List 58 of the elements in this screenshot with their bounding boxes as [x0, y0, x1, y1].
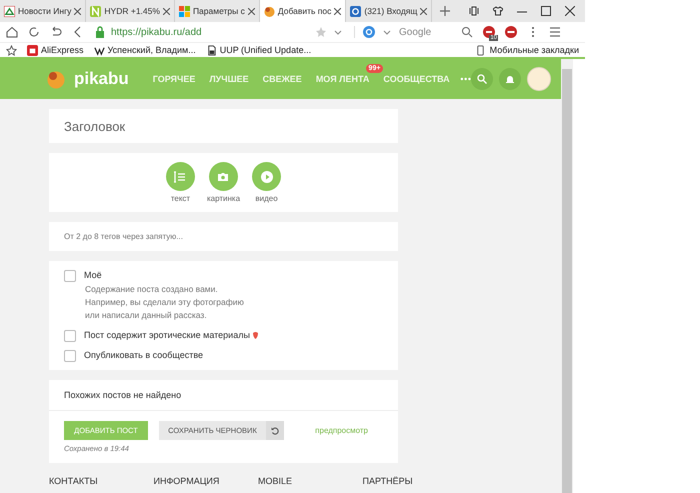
bag-icon: [27, 44, 38, 56]
search-engine-icon[interactable]: [363, 26, 375, 38]
close-icon[interactable]: [74, 8, 82, 14]
bell-icon: [505, 74, 515, 84]
bookmark[interactable]: Успенский, Владим...: [94, 44, 196, 56]
checkbox[interactable]: [64, 350, 76, 362]
letter-n-icon: [90, 6, 102, 16]
option-description: Содержание поста создано вами. Например, вы сделали эту фотографию или написали данный рассказ.: [84, 283, 244, 322]
wiki-icon: [94, 44, 105, 56]
logo-icon: [264, 6, 275, 16]
browser-tab[interactable]: Добавить пос: [260, 0, 346, 22]
star-outline-icon[interactable]: [6, 44, 17, 56]
close-icon[interactable]: [334, 8, 342, 14]
phone-icon: [474, 44, 486, 56]
bookmark[interactable]: UUP (Unified Update...: [206, 44, 312, 56]
footer-heading: ПАРТНЁРЫ: [362, 476, 414, 486]
tags-field[interactable]: От 2 до 8 тегов через запятую...: [49, 222, 398, 251]
search-icon: [477, 74, 487, 84]
option-label: Моё: [84, 270, 102, 280]
checkbox[interactable]: [64, 270, 76, 282]
similar-posts-text: Похожих постов не найдено: [49, 380, 398, 411]
shirt-icon[interactable]: [493, 6, 503, 16]
close-icon[interactable]: [420, 8, 428, 14]
file-icon: [206, 44, 217, 56]
close-icon[interactable]: [565, 6, 575, 16]
tiles-icon: [178, 6, 190, 16]
new-tab-icon[interactable]: [440, 6, 450, 16]
footer-heading: MOBILE: [258, 476, 294, 486]
search-field[interactable]: Google: [399, 26, 455, 38]
checkbox[interactable]: [64, 330, 76, 342]
scrollbar[interactable]: [561, 59, 573, 493]
option-label: Опубликовать в сообществе: [84, 350, 204, 360]
close-icon[interactable]: [162, 8, 170, 14]
stop-sign-icon[interactable]: [505, 26, 517, 38]
revert-button[interactable]: [266, 421, 284, 440]
lock-icon: [94, 26, 106, 38]
text-lines-icon: [174, 170, 186, 182]
bookmark[interactable]: AliExpress: [27, 44, 84, 56]
triangle-icon: [4, 6, 15, 16]
search-icon[interactable]: [461, 26, 473, 38]
camera-icon: [217, 170, 230, 182]
maximize-icon[interactable]: [541, 6, 551, 16]
footer-heading: КОНТАКТЫ: [49, 476, 99, 486]
title-field[interactable]: Заголовок: [49, 109, 398, 143]
reload-icon[interactable]: [28, 26, 40, 38]
undo-icon: [271, 426, 279, 434]
close-icon[interactable]: [248, 8, 255, 14]
menu-icon[interactable]: [549, 26, 561, 38]
play-icon: [260, 170, 273, 182]
mail-icon: [350, 6, 362, 16]
footer-heading: ИНФОРМАЦИЯ: [154, 476, 220, 486]
address-field[interactable]: https://pikabu.ru/add: [111, 26, 310, 38]
home-icon[interactable]: [6, 26, 18, 38]
pin-icon[interactable]: [469, 6, 479, 16]
mobile-bookmarks[interactable]: Мобильные закладки: [474, 44, 579, 56]
star-icon[interactable]: [315, 26, 327, 38]
option-label: Пост содержит эротические материалы: [84, 330, 250, 340]
undo-icon[interactable]: [50, 26, 62, 38]
